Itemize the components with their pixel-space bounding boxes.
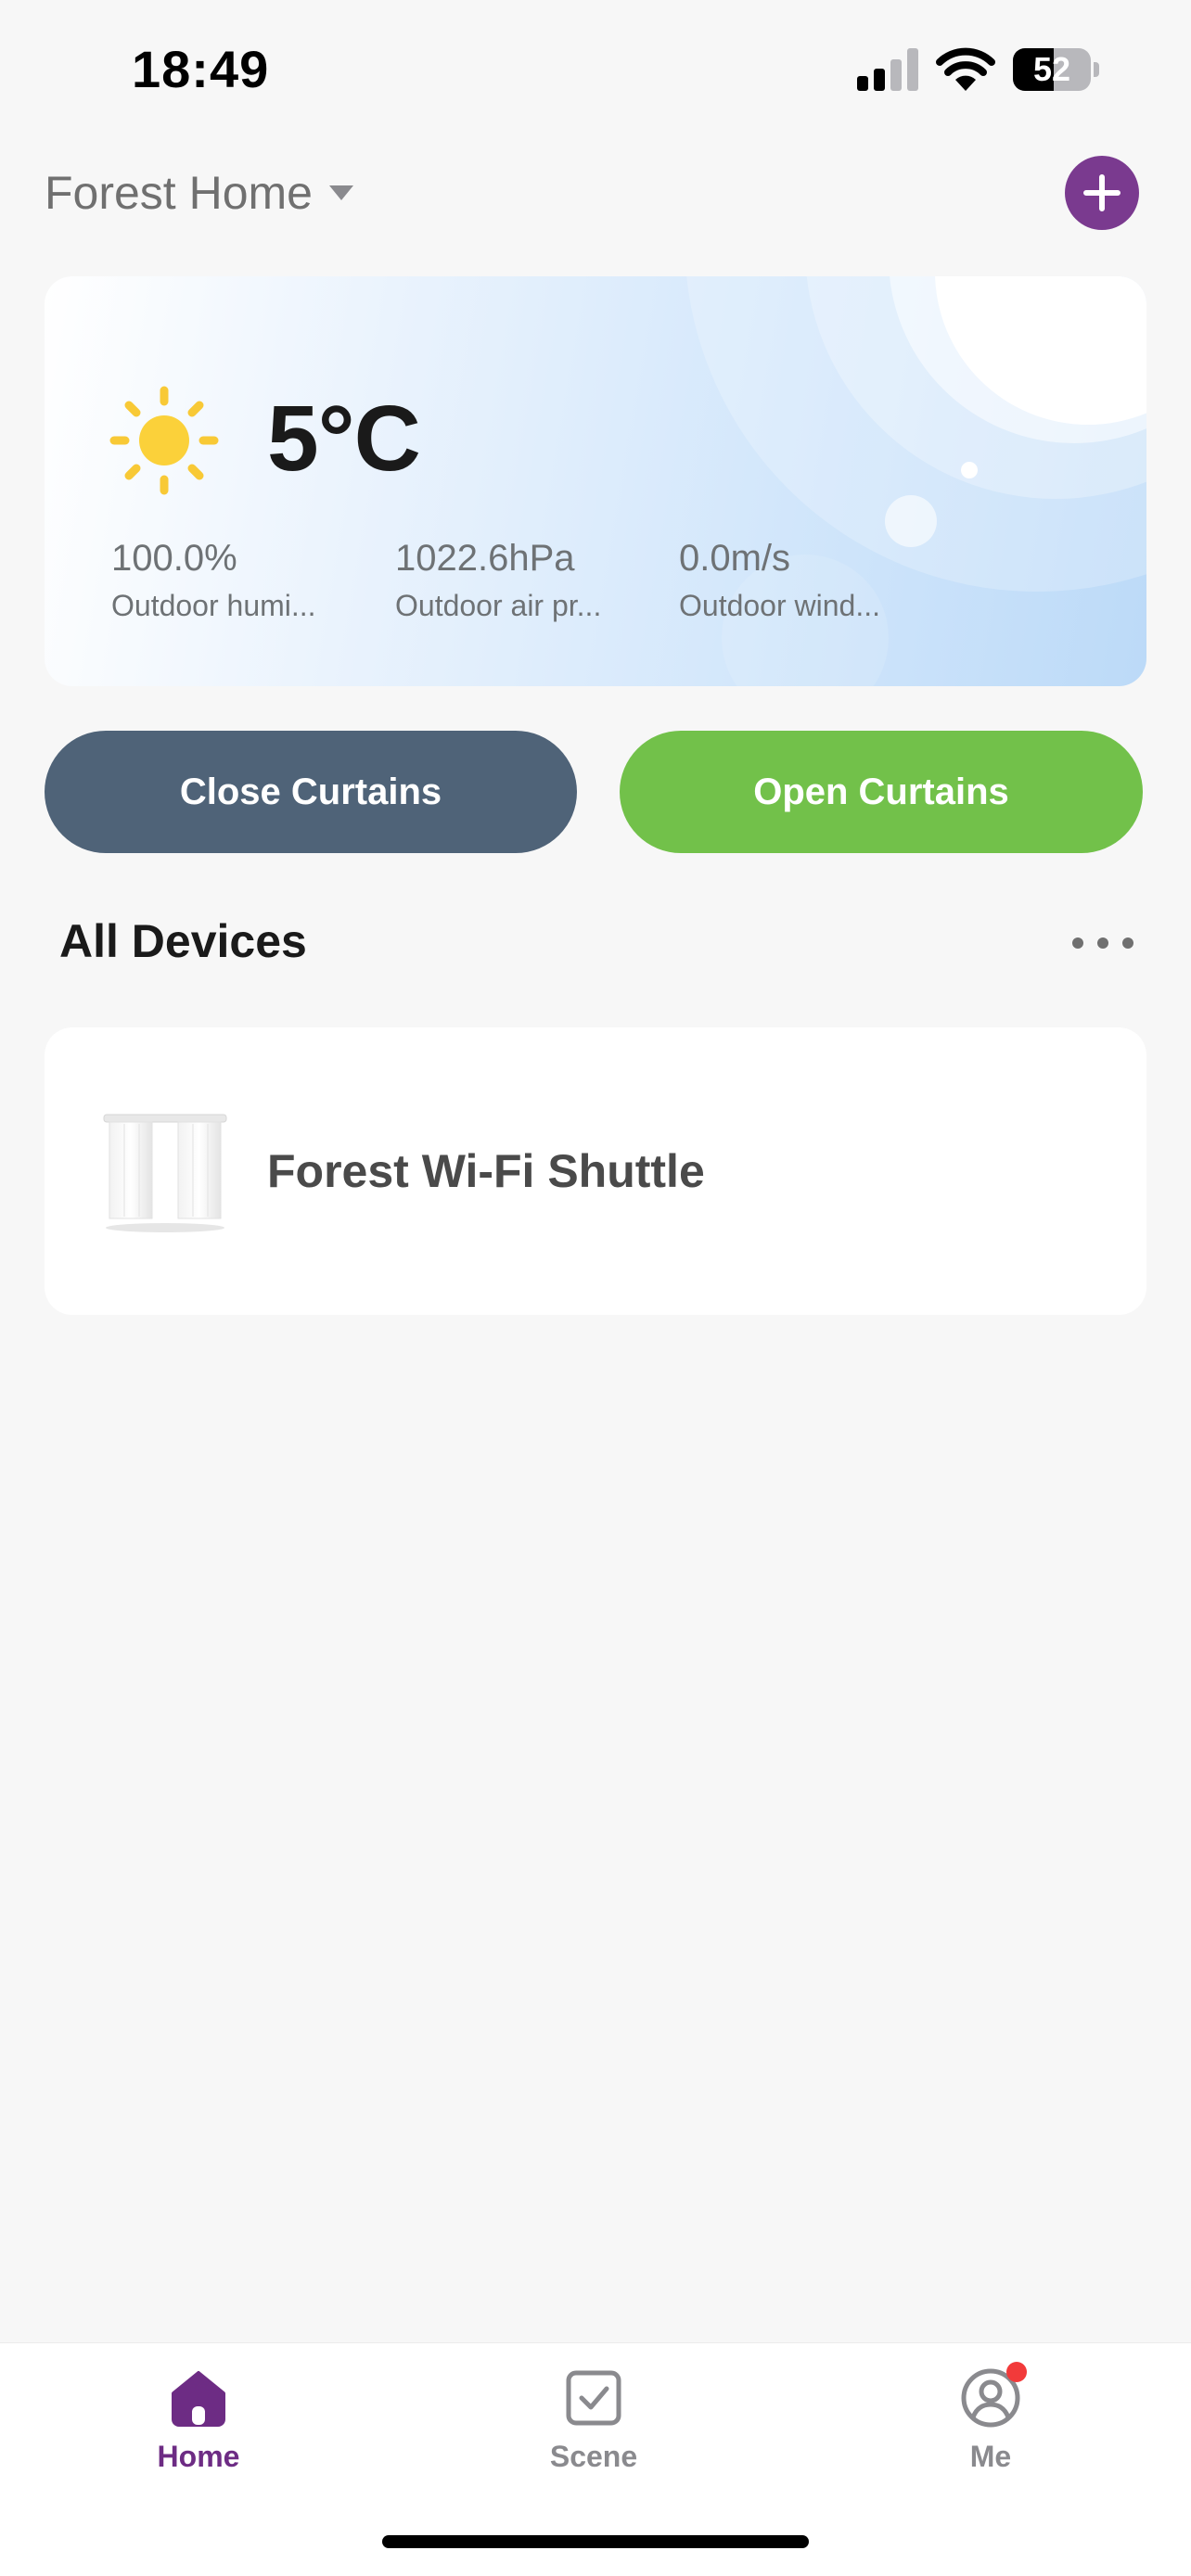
humidity-value: 100.0% (111, 538, 237, 579)
wifi-icon (936, 47, 995, 91)
tab-me[interactable]: Me (898, 2362, 1083, 2506)
home-name: Forest Home (45, 167, 313, 219)
tab-home-label: Home (157, 2440, 240, 2473)
temperature: 5°C (267, 387, 421, 491)
status-time: 18:49 (132, 40, 270, 98)
battery-icon: 52 (1013, 48, 1100, 91)
add-button[interactable] (1065, 156, 1139, 230)
tab-scene-label: Scene (549, 2440, 638, 2473)
wind-metric: 0.0m/s Outdoor wind... (679, 538, 929, 623)
device-name: Forest Wi-Fi Shuttle (267, 1145, 705, 1197)
wind-label: Outdoor wind... (679, 589, 880, 622)
more-options-icon[interactable] (1072, 929, 1133, 957)
close-curtains-button[interactable]: Close Curtains (45, 731, 577, 853)
home-selector[interactable]: Forest Home (45, 163, 355, 223)
scene-checkbox-icon (566, 2370, 621, 2426)
humidity-metric: 100.0% Outdoor humi... (111, 538, 362, 623)
signal-icon (857, 48, 918, 91)
plus-icon (1083, 174, 1121, 211)
tab-home[interactable]: Home (106, 2367, 291, 2506)
wind-value: 0.0m/s (679, 538, 791, 579)
tab-me-label: Me (969, 2440, 1012, 2473)
app-screen: 18:49 52 Forest Home 5°C 100.0% Outdoor … (0, 0, 1191, 2576)
humidity-label: Outdoor humi... (111, 589, 316, 622)
battery-percent: 52 (1032, 50, 1071, 88)
home-indicator (382, 2535, 809, 2548)
weather-card[interactable]: 5°C 100.0% Outdoor humi... 1022.6hPa Out… (45, 276, 1146, 686)
section-title: All Devices (59, 915, 307, 967)
open-curtains-button[interactable]: Open Curtains (620, 731, 1143, 853)
device-card[interactable]: Forest Wi-Fi Shuttle (45, 1027, 1146, 1315)
tab-scene[interactable]: Scene (501, 2367, 686, 2506)
home-icon (172, 2371, 225, 2427)
pressure-metric: 1022.6hPa Outdoor air pr... (395, 538, 646, 623)
pressure-value: 1022.6hPa (395, 538, 575, 579)
pressure-label: Outdoor air pr... (395, 589, 602, 622)
notification-badge (1006, 2362, 1027, 2382)
curtain-icon (103, 1114, 227, 1232)
sun-icon (109, 386, 219, 495)
caret-down-icon (328, 185, 353, 200)
status-bar: 18:49 52 (0, 0, 1191, 139)
